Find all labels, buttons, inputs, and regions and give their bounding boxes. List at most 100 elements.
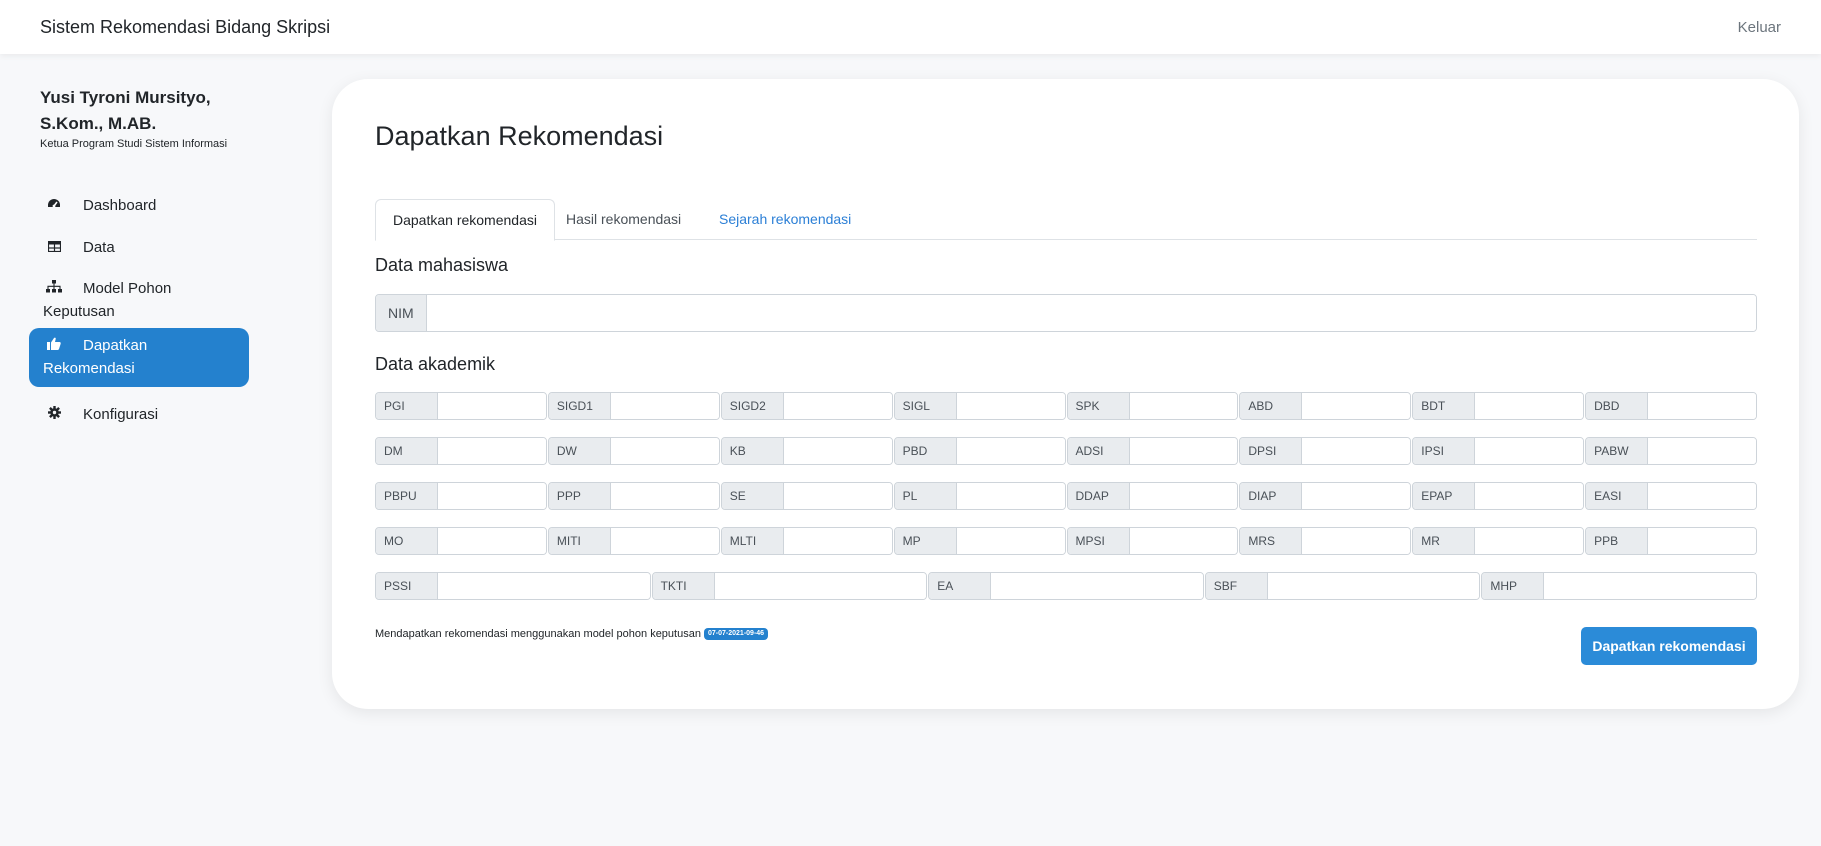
course-label: BDT (1413, 393, 1476, 419)
course-label: KB (721, 438, 784, 464)
course-input-group: DM (375, 437, 547, 465)
course-grade-input[interactable] (783, 483, 892, 509)
course-input-group: SBF (1204, 572, 1481, 600)
course-grade-input[interactable] (1302, 438, 1411, 464)
course-label: PPP (548, 483, 611, 509)
course-grade-input[interactable] (1544, 573, 1756, 599)
course-label: EA (929, 573, 992, 599)
course-grade-input[interactable] (1302, 528, 1411, 554)
tab-get-recommendation[interactable]: Dapatkan rekomendasi (375, 199, 555, 241)
course-input-group: BDT (1412, 392, 1585, 420)
model-footnote: Mendapatkan rekomendasi menggunakan mode… (375, 628, 769, 641)
course-label: SIGD1 (548, 393, 611, 419)
course-grade-input[interactable] (1129, 483, 1238, 509)
tab-result[interactable]: Hasil rekomendasi (549, 199, 698, 240)
course-grade-input[interactable] (956, 438, 1065, 464)
course-input-group: SIGD1 (547, 392, 720, 420)
course-grade-input[interactable] (783, 438, 892, 464)
course-grade-input[interactable] (1475, 483, 1584, 509)
nim-input[interactable] (426, 295, 1756, 331)
course-label: SBF (1205, 573, 1268, 599)
nim-label: NIM (376, 295, 427, 331)
course-input-group: MP (893, 527, 1066, 555)
sidebar-item-label: Konfigurasi (83, 406, 159, 423)
footnote-text: Mendapatkan rekomendasi menggunakan mode… (375, 628, 701, 640)
course-grade-input[interactable] (991, 573, 1203, 599)
course-grade-input[interactable] (438, 528, 546, 554)
tab-history[interactable]: Sejarah rekomendasi (702, 199, 868, 240)
course-input-group: PGI (375, 392, 547, 420)
course-grade-input[interactable] (956, 528, 1065, 554)
course-label: DW (548, 438, 611, 464)
user-name: Yusi Tyroni Mursityo, S.Kom., M.AB. (40, 88, 211, 133)
course-input-group: MR (1412, 527, 1585, 555)
course-label: MLTI (721, 528, 784, 554)
course-grade-input[interactable] (438, 393, 546, 419)
course-input-group: KB (720, 437, 893, 465)
sidebar-item-recommendation[interactable]: Dapatkan Rekomendasi (29, 328, 249, 387)
course-label: TKTI (652, 573, 715, 599)
course-grade-input[interactable] (956, 393, 1065, 419)
course-grade-input[interactable] (1302, 483, 1411, 509)
course-input-group: MLTI (720, 527, 893, 555)
course-grade-input[interactable] (1302, 393, 1411, 419)
course-grade-input[interactable] (783, 393, 892, 419)
course-grade-input[interactable] (610, 483, 719, 509)
course-input-group: IPSI (1412, 437, 1585, 465)
user-role: Ketua Program Studi Sistem Informasi (40, 138, 228, 150)
course-label: DDAP (1067, 483, 1130, 509)
sitemap-icon (43, 277, 65, 300)
course-label: DPSI (1240, 438, 1303, 464)
course-input-group: ADSI (1066, 437, 1239, 465)
course-grade-input[interactable] (610, 393, 719, 419)
course-grade-input[interactable] (1475, 528, 1584, 554)
course-label: MO (376, 528, 438, 554)
course-input-group: SIGL (893, 392, 1066, 420)
course-label: SPK (1067, 393, 1130, 419)
get-recommendation-button[interactable]: Dapatkan rekomendasi (1581, 627, 1757, 665)
course-grade-input[interactable] (438, 573, 650, 599)
course-label: ADSI (1067, 438, 1130, 464)
logout-link[interactable]: Keluar (1738, 19, 1781, 36)
course-grade-input[interactable] (1648, 438, 1756, 464)
app-title[interactable]: Sistem Rekomendasi Bidang Skripsi (40, 17, 330, 38)
course-input-group: EASI (1585, 482, 1757, 510)
course-input-group: DPSI (1239, 437, 1412, 465)
main-card: Dapatkan Rekomendasi Dapatkan rekomendas… (332, 79, 1799, 709)
top-navbar: Sistem Rekomendasi Bidang Skripsi Keluar (0, 0, 1821, 54)
nim-input-group: NIM (375, 294, 1757, 332)
course-input-group: PL (893, 482, 1066, 510)
course-grade-input[interactable] (1129, 528, 1238, 554)
course-input-group: PPP (547, 482, 720, 510)
course-grade-input[interactable] (1475, 393, 1584, 419)
course-grade-input[interactable] (956, 483, 1065, 509)
course-grade-input[interactable] (438, 483, 546, 509)
course-input-group: PBD (893, 437, 1066, 465)
course-grade-input[interactable] (1129, 438, 1238, 464)
course-grade-input[interactable] (1475, 438, 1584, 464)
course-grade-input[interactable] (438, 438, 546, 464)
academic-section-title: Data akademik (375, 354, 496, 374)
course-label: MPSI (1067, 528, 1130, 554)
course-grade-input[interactable] (783, 528, 892, 554)
sidebar-item-config[interactable]: Konfigurasi (29, 397, 249, 432)
course-label: PBPU (376, 483, 438, 509)
course-grade-input[interactable] (610, 438, 719, 464)
course-label: IPSI (1413, 438, 1476, 464)
sidebar-item-model[interactable]: Model Pohon Keputusan (29, 271, 229, 329)
course-grade-input[interactable] (714, 573, 927, 599)
sidebar-item-dashboard[interactable]: Dashboard (29, 188, 249, 223)
course-grade-input[interactable] (1648, 483, 1756, 509)
course-input-group: DW (547, 437, 720, 465)
course-input-group: SIGD2 (720, 392, 893, 420)
course-label: PGI (376, 393, 438, 419)
sidebar-item-data[interactable]: Data (29, 230, 249, 265)
course-input-group: DIAP (1239, 482, 1412, 510)
course-label: PL (894, 483, 957, 509)
course-input-group: PPB (1585, 527, 1757, 555)
course-grade-input[interactable] (1648, 393, 1756, 419)
course-grade-input[interactable] (610, 528, 719, 554)
course-grade-input[interactable] (1648, 528, 1756, 554)
course-grade-input[interactable] (1267, 573, 1480, 599)
course-grade-input[interactable] (1129, 393, 1238, 419)
